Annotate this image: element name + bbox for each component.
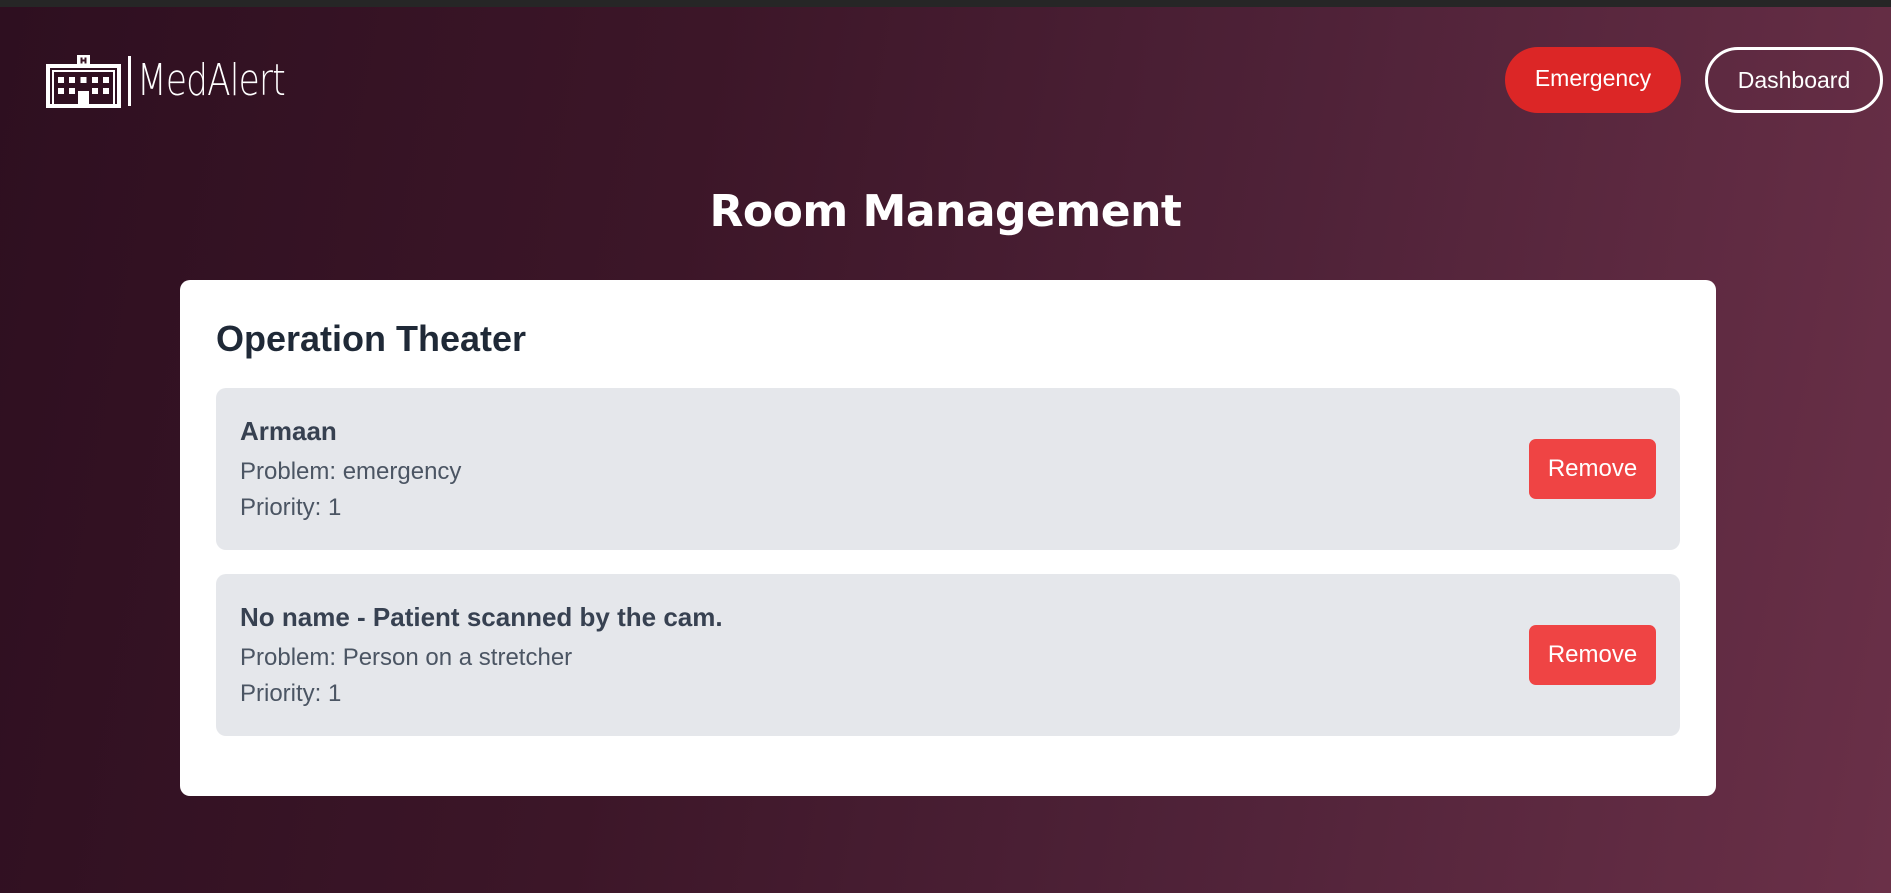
remove-button[interactable]: Remove	[1529, 625, 1656, 685]
emergency-button[interactable]: Emergency	[1505, 47, 1681, 113]
page-title: Room Management	[709, 186, 1182, 237]
dashboard-button[interactable]: Dashboard	[1705, 47, 1883, 113]
room-title: Operation Theater	[216, 318, 527, 359]
patient-priority: Priority: 1	[240, 494, 342, 521]
window-top-strip	[0, 0, 1891, 7]
patient-priority: Priority: 1	[240, 680, 342, 707]
app-logo[interactable]: MedAlert	[46, 54, 327, 108]
patient-problem: Problem: emergency	[240, 458, 462, 485]
patient-name: Armaan	[240, 416, 337, 446]
room-card: Operation Theater Armaan Problem: emerge…	[180, 280, 1716, 796]
logo-text: MedAlert	[137, 55, 286, 106]
patient-name: No name - Patient scanned by the cam.	[240, 602, 723, 632]
hospital-building-icon	[46, 54, 121, 108]
patient-card: No name - Patient scanned by the cam. Pr…	[216, 574, 1680, 736]
patient-card: Armaan Problem: emergency Priority: 1 Re…	[216, 388, 1680, 550]
logo-divider	[128, 56, 131, 106]
remove-button[interactable]: Remove	[1529, 439, 1656, 499]
patient-problem: Problem: Person on a stretcher	[240, 644, 573, 671]
